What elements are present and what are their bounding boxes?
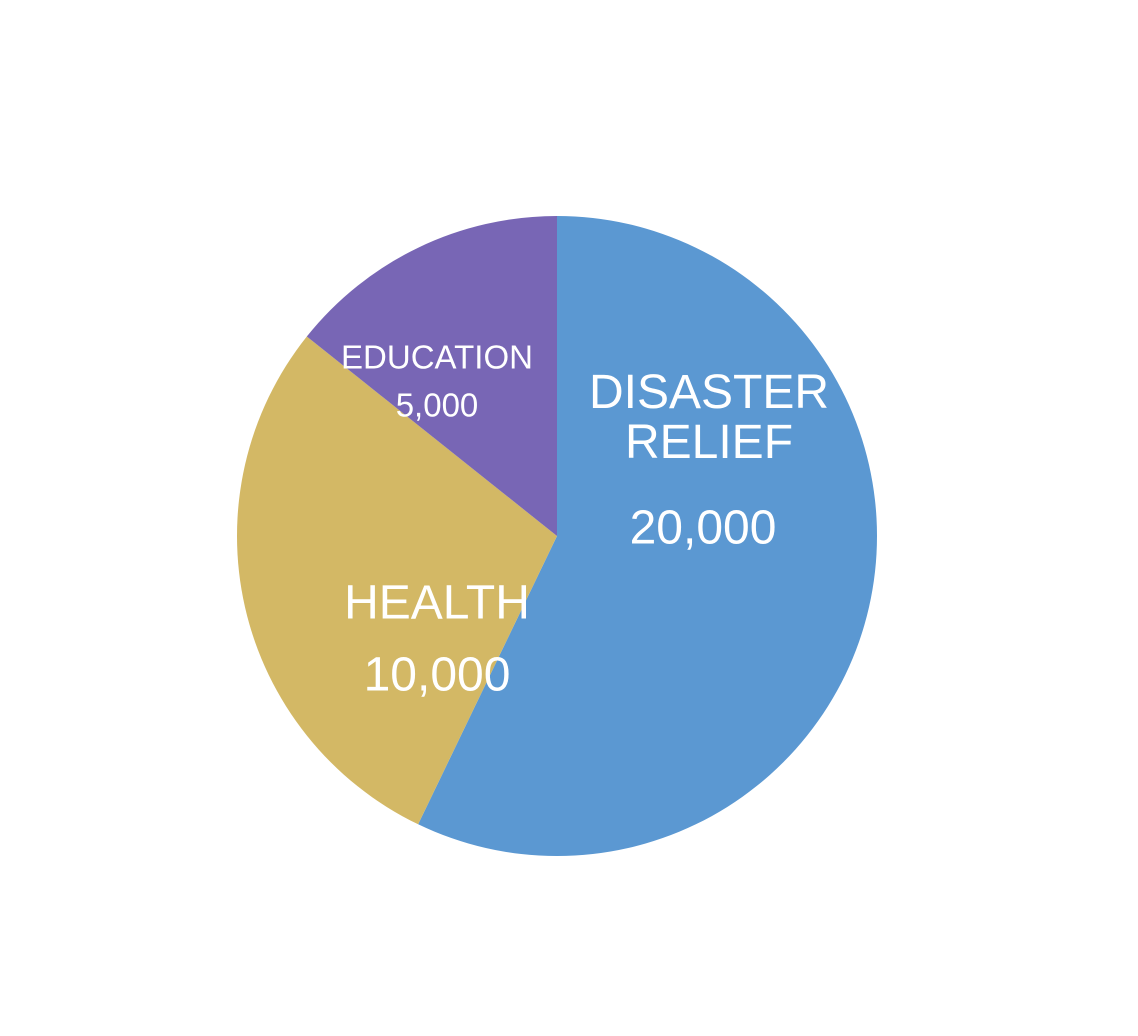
pie-slices: [237, 216, 877, 856]
slice-category-label: EDUCATION: [341, 339, 533, 376]
slice-value-label: 10,000: [364, 649, 511, 702]
slice-value-label: 5,000: [396, 387, 479, 424]
slice-category-label: DISASTER RELIEF: [589, 366, 829, 469]
slice-category-label: HEALTH: [344, 577, 530, 630]
slice-value-label: 20,000: [630, 502, 777, 555]
pie-chart: DISASTER RELIEF 20,000 HEALTH 10,000 EDUCATIO…: [237, 216, 877, 856]
